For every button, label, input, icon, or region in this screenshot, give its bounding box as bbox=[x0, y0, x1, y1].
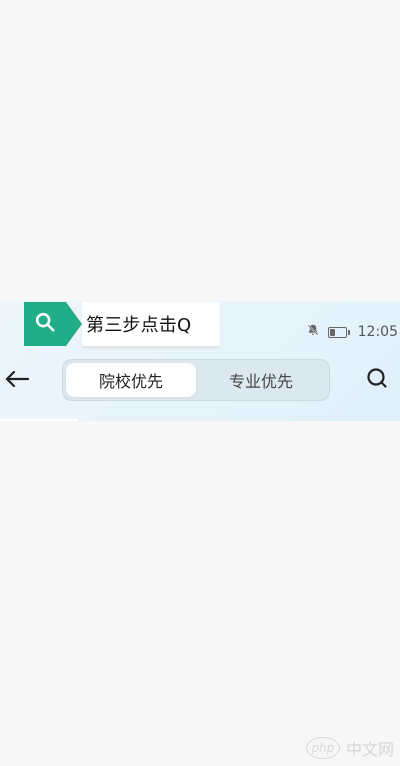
callout-text: 第三步点击Q bbox=[86, 315, 192, 336]
watermark-text: 中文网 bbox=[345, 740, 394, 759]
tab-major-priority[interactable]: 专业优先 bbox=[196, 363, 326, 397]
callout-icon-box bbox=[24, 302, 82, 346]
callout-text-box: 第三步点击Q bbox=[82, 302, 220, 348]
navigation-row: 院校优先 专业优先 bbox=[0, 359, 400, 401]
tab-label: 专业优先 bbox=[228, 372, 293, 391]
status-bar: 12:05 bbox=[306, 322, 400, 342]
mute-bell-icon bbox=[306, 323, 320, 341]
php-logo: php bbox=[305, 737, 340, 759]
priority-segmented-control: 院校优先 专业优先 bbox=[62, 359, 330, 401]
tutorial-callout: 第三步点击Q bbox=[24, 302, 220, 348]
tab-school-priority[interactable]: 院校优先 bbox=[66, 363, 196, 397]
search-icon bbox=[365, 366, 389, 394]
back-button[interactable] bbox=[2, 367, 32, 395]
tab-label: 院校优先 bbox=[98, 372, 163, 391]
back-arrow-icon bbox=[4, 370, 30, 392]
watermark: php 中文网 bbox=[305, 736, 394, 760]
battery-icon bbox=[327, 326, 350, 338]
search-icon bbox=[34, 311, 56, 337]
search-button[interactable] bbox=[364, 367, 390, 393]
tab-indicator bbox=[0, 419, 78, 421]
status-time: 12:05 bbox=[357, 324, 398, 340]
